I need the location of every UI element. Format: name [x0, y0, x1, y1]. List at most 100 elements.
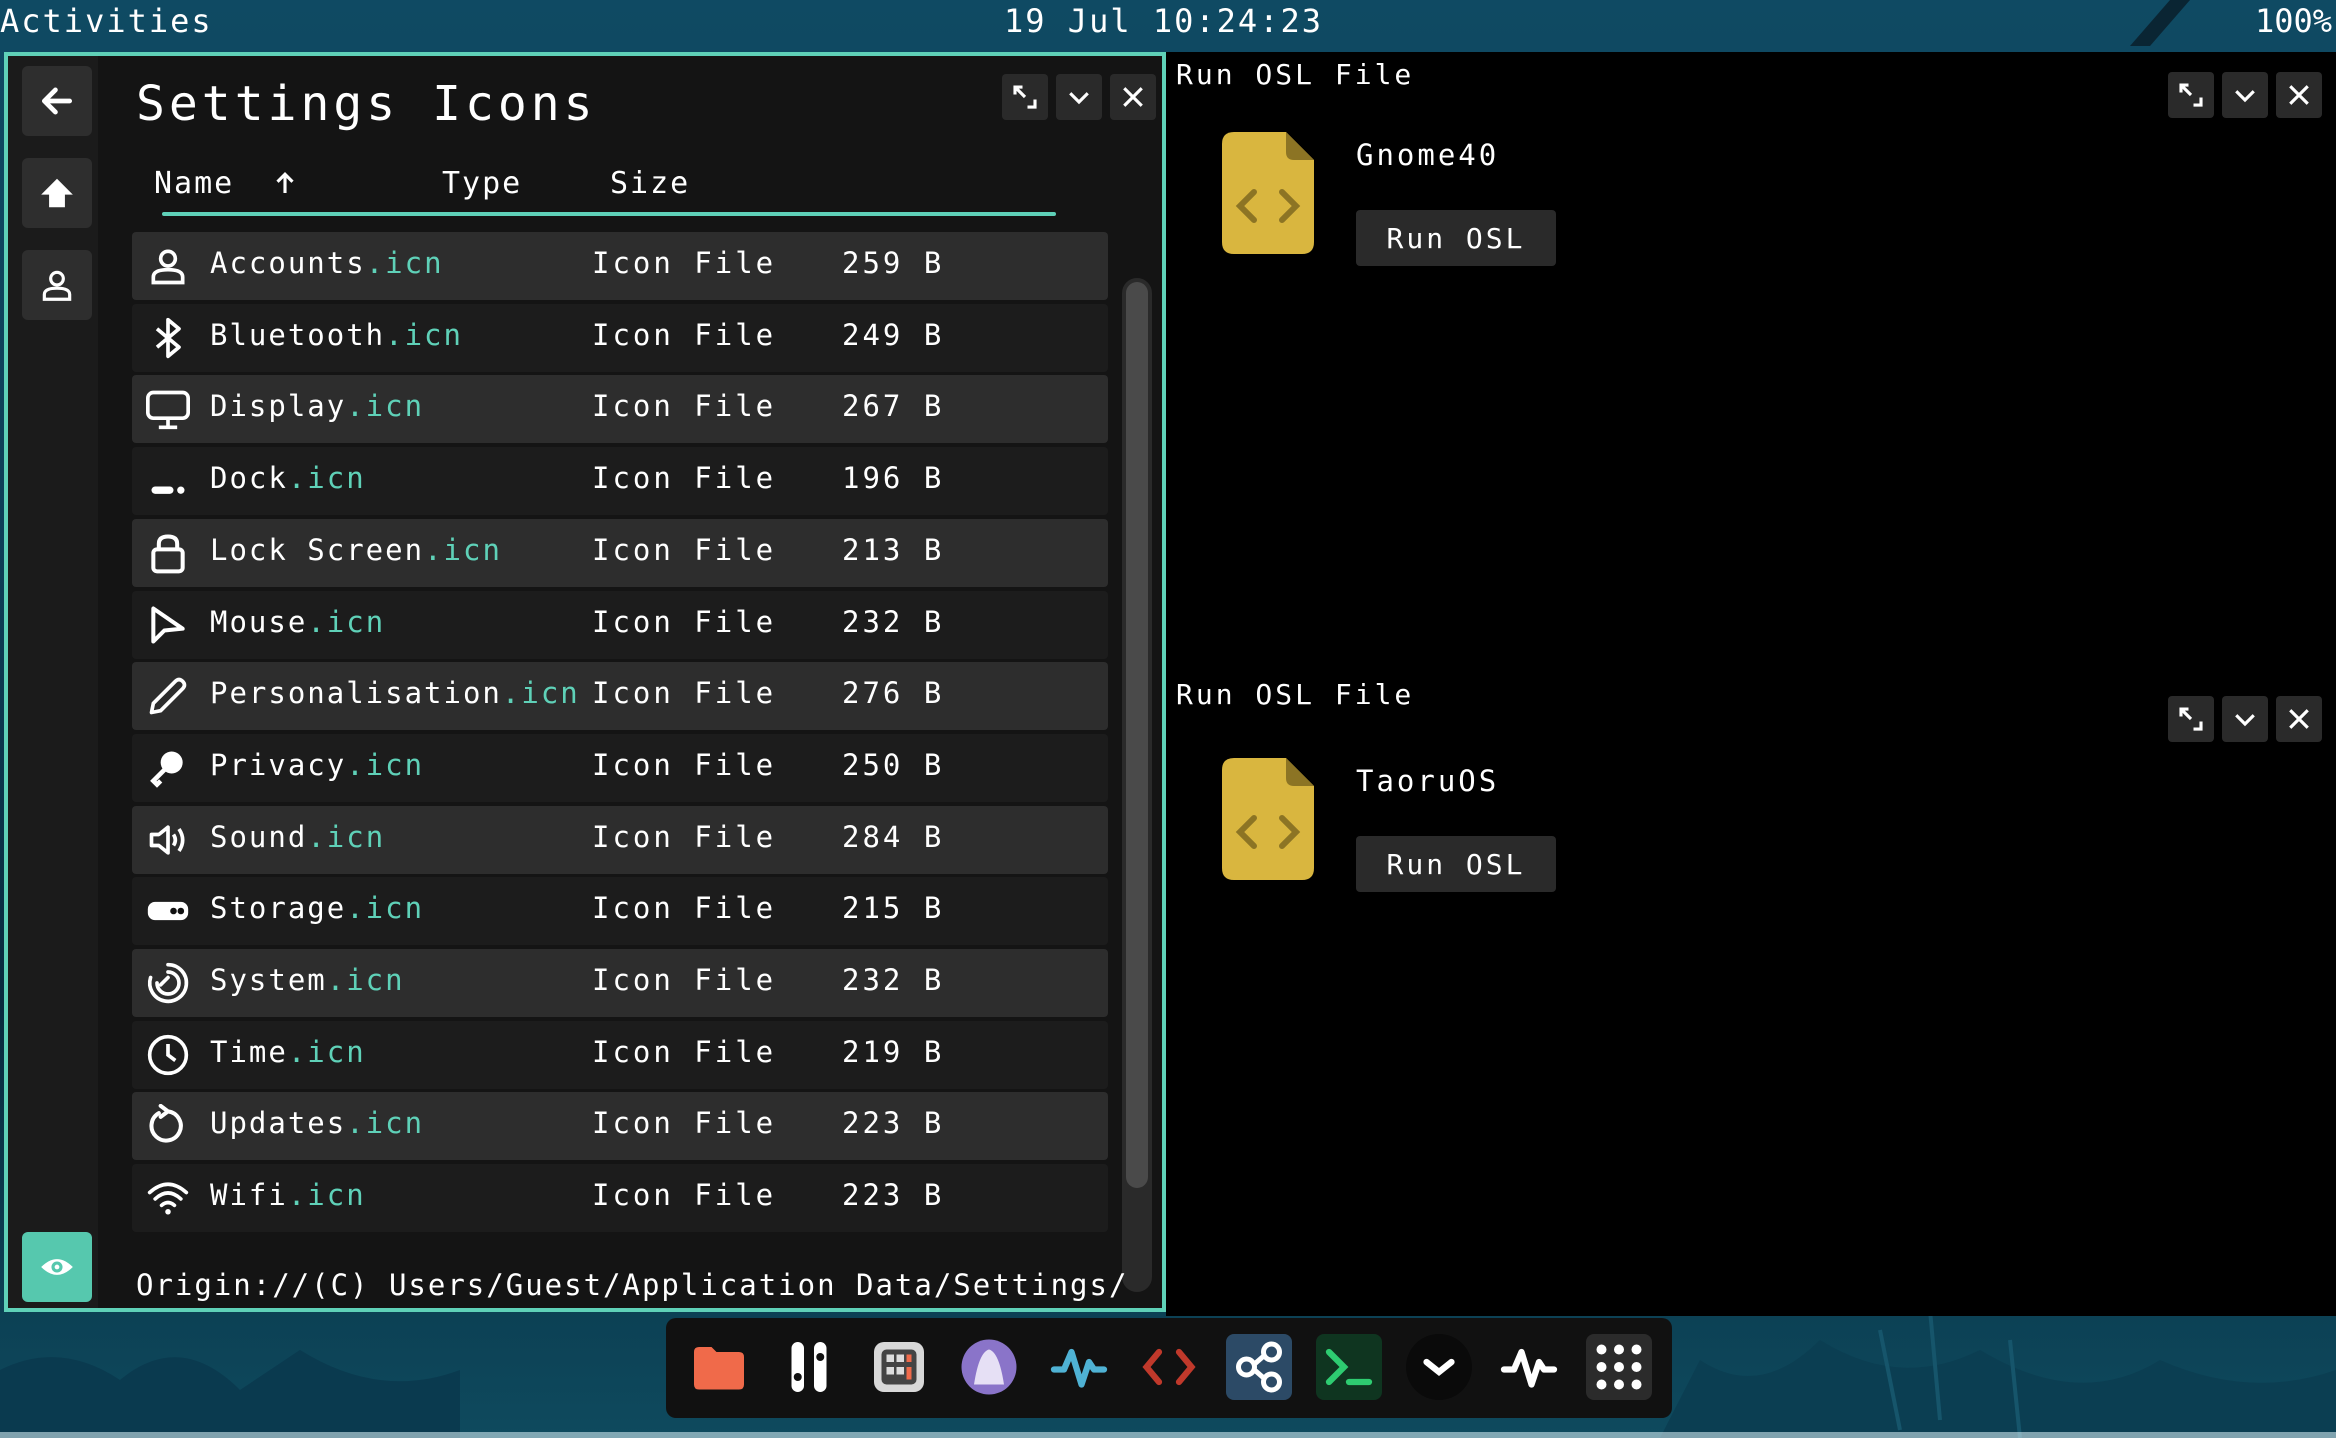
file-size: 232 B	[842, 604, 945, 639]
file-size: 196 B	[842, 461, 945, 496]
battery-indicator[interactable]: 100%	[2255, 2, 2332, 40]
file-type: Icon File	[592, 389, 777, 424]
bottom-strip	[0, 1432, 2336, 1438]
file-extension: .icn	[365, 246, 444, 280]
app-grid-icon	[1596, 1344, 1642, 1390]
toggle-hidden-button[interactable]	[22, 1232, 92, 1302]
osl-window-controls	[2168, 72, 2322, 118]
file-basename: Accounts	[210, 246, 366, 280]
browser-icon	[961, 1339, 1017, 1395]
dock-code[interactable]	[1136, 1334, 1202, 1400]
file-row[interactable]: Updates.icn Icon File 223 B	[132, 1092, 1108, 1161]
column-type[interactable]: Type	[442, 166, 522, 201]
file-row[interactable]: Bluetooth.icn Icon File 249 B	[132, 303, 1108, 372]
terminal-icon	[1325, 1348, 1373, 1386]
file-type: Icon File	[592, 747, 777, 782]
dock-nodes[interactable]	[1226, 1334, 1292, 1400]
file-row[interactable]: Personalisation.icn Icon File 276 B	[132, 662, 1108, 731]
file-row[interactable]: Privacy.icn Icon File 250 B	[132, 733, 1108, 802]
osl-window-2: Run OSL File TaoruOS Run OSL	[1166, 672, 2336, 1312]
dock-browser[interactable]	[956, 1334, 1022, 1400]
file-row[interactable]: Sound.icn Icon File 284 B	[132, 805, 1108, 874]
osl-window-title: Run OSL File	[1176, 678, 1415, 711]
file-row[interactable]: Storage.icn Icon File 215 B	[132, 877, 1108, 946]
column-name[interactable]: Name	[154, 166, 234, 201]
minimize-button[interactable]	[1056, 74, 1102, 120]
run-osl-button[interactable]: Run OSL	[1356, 210, 1556, 266]
file-type: Icon File	[592, 532, 777, 567]
dock-monitor[interactable]	[1496, 1334, 1562, 1400]
file-row[interactable]: System.icn Icon File 232 B	[132, 949, 1108, 1017]
file-row[interactable]: Display.icn Icon File 267 B	[132, 375, 1108, 444]
file-extension: .icn	[501, 676, 580, 711]
top-bar: Activities 19 Jul 10:24:23 100%	[0, 0, 2336, 46]
dock-files[interactable]	[686, 1334, 752, 1400]
file-size: 215 B	[842, 891, 945, 926]
file-size: 267 B	[842, 389, 945, 424]
maximize-icon	[1013, 85, 1037, 109]
file-basename: Sound	[210, 819, 308, 854]
file-name: Dock.icn	[210, 461, 366, 495]
dock-app-grid[interactable]	[1586, 1334, 1652, 1400]
nodes-icon	[1235, 1341, 1283, 1393]
scrollbar[interactable]	[1122, 278, 1152, 1292]
close-button[interactable]	[2276, 72, 2322, 118]
header-underline	[162, 212, 1056, 216]
file-extension: .icn	[287, 1034, 366, 1069]
monitor-icon	[1500, 1348, 1558, 1388]
dock-settings[interactable]	[776, 1334, 842, 1400]
file-size: 223 B	[842, 1106, 945, 1141]
column-size[interactable]: Size	[610, 166, 690, 201]
file-size: 219 B	[842, 1034, 945, 1069]
refresh-icon	[149, 1104, 183, 1143]
file-basename: Mouse	[210, 604, 308, 639]
file-basename: Personalisation	[210, 676, 502, 711]
file-type: Icon File	[592, 1106, 777, 1141]
dock-terminal[interactable]	[1316, 1334, 1382, 1400]
close-button[interactable]	[2276, 696, 2322, 742]
maximize-button[interactable]	[1002, 74, 1048, 120]
window-title: Settings Icons	[136, 76, 597, 132]
file-row[interactable]: Lock Screen.icn Icon File 213 B	[132, 518, 1108, 587]
file-name: Accounts.icn	[210, 246, 444, 280]
back-button[interactable]	[22, 66, 92, 136]
arrow-left-icon	[41, 87, 73, 115]
file-basename: Bluetooth	[210, 317, 386, 352]
file-row[interactable]: Mouse.icn Icon File 232 B	[132, 590, 1108, 659]
settings-icon	[791, 1342, 827, 1392]
file-extension: .icn	[326, 963, 405, 997]
sort-ascending-icon[interactable]	[270, 168, 300, 198]
scrollbar-thumb[interactable]	[1126, 282, 1148, 1188]
run-osl-button[interactable]: Run OSL	[1356, 836, 1556, 892]
file-row[interactable]: Wifi.icn Icon File 223 B	[132, 1164, 1108, 1233]
dock-activity[interactable]	[1046, 1334, 1112, 1400]
minimize-button[interactable]	[2222, 72, 2268, 118]
file-basename: Time	[210, 1034, 288, 1069]
file-name: Wifi.icn	[210, 1178, 366, 1212]
file-type: Icon File	[592, 963, 777, 997]
file-basename: Wifi	[210, 1178, 288, 1213]
file-type: Icon File	[592, 317, 777, 352]
file-size: 284 B	[842, 819, 945, 854]
file-type: Icon File	[592, 461, 777, 496]
dock-chevron[interactable]	[1406, 1334, 1472, 1400]
file-type: Icon File	[592, 246, 777, 280]
dock-calculator[interactable]	[866, 1334, 932, 1400]
activities-button[interactable]: Activities	[0, 2, 213, 40]
osl-window-controls	[2168, 696, 2322, 742]
minimize-button[interactable]	[2222, 696, 2268, 742]
home-button[interactable]	[22, 158, 92, 228]
user-button[interactable]	[22, 250, 92, 320]
file-row[interactable]: Time.icn Icon File 219 B	[132, 1020, 1108, 1089]
osl-file-name: Gnome40	[1356, 138, 1500, 172]
file-row[interactable]: Accounts.icn Icon File 259 B	[132, 232, 1108, 300]
person-icon	[42, 270, 72, 301]
file-row[interactable]: Dock.icn Icon File 196 B	[132, 447, 1108, 516]
key-icon	[150, 751, 183, 788]
clock[interactable]: 19 Jul 10:24:23	[1004, 2, 1323, 40]
file-extension: .icn	[346, 891, 425, 926]
maximize-button[interactable]	[2168, 72, 2214, 118]
maximize-button[interactable]	[2168, 696, 2214, 742]
close-button[interactable]	[1110, 74, 1156, 120]
person-icon	[151, 249, 185, 285]
